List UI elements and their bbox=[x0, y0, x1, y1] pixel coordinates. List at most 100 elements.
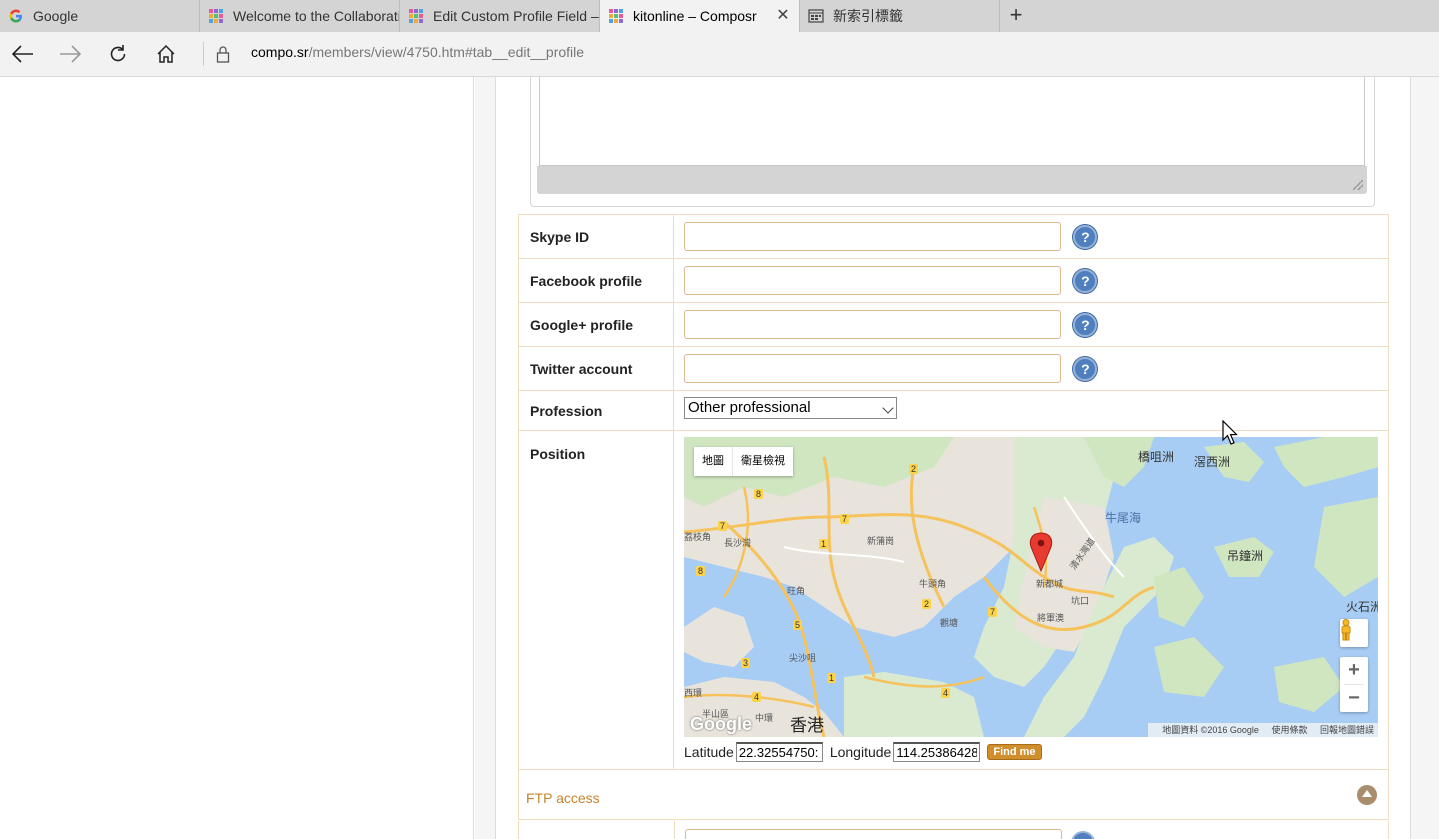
map-type-map-button[interactable]: 地圖 bbox=[694, 447, 733, 476]
tab-google[interactable]: Google bbox=[0, 0, 200, 32]
url-field[interactable]: compo.sr/members/view/4750.htm#tab__edit… bbox=[251, 44, 584, 60]
map-report-link[interactable]: 回報地圖錯誤 bbox=[1320, 725, 1374, 735]
tab-edit-custom-profile-field[interactable]: Edit Custom Profile Field – bbox=[400, 0, 600, 32]
back-arrow-icon[interactable] bbox=[9, 40, 37, 68]
signature-editor bbox=[530, 77, 1375, 207]
profession-select[interactable]: Other professional bbox=[684, 397, 897, 419]
road-number: 4 bbox=[752, 692, 762, 702]
tab-title: Welcome to the Collaborati bbox=[233, 8, 400, 24]
map-place-label: 滘西洲 bbox=[1194, 455, 1231, 469]
google-logo: Google bbox=[690, 714, 752, 734]
road-number: 8 bbox=[754, 489, 764, 499]
zoom-out-button[interactable]: − bbox=[1340, 685, 1368, 712]
google-plus-profile-input[interactable] bbox=[684, 310, 1061, 339]
tab-welcome[interactable]: Welcome to the Collaborati bbox=[200, 0, 400, 32]
close-tab-icon[interactable]: ✕ bbox=[775, 8, 791, 24]
road-number: 2 bbox=[909, 464, 919, 474]
lock-icon[interactable] bbox=[209, 40, 237, 68]
tab-kitonline[interactable]: kitonline – Composr ✕ bbox=[600, 0, 800, 32]
road-number: 2 bbox=[922, 599, 932, 609]
form-row-twitter: Twitter account ? bbox=[518, 346, 1389, 391]
editor-resize-bar bbox=[537, 166, 1367, 194]
map-place-label: 將軍澳 bbox=[1037, 613, 1065, 623]
form-row-facebook: Facebook profile ? bbox=[518, 258, 1389, 303]
facebook-profile-input[interactable] bbox=[684, 266, 1061, 295]
left-column bbox=[0, 77, 474, 839]
road-number: 4 bbox=[941, 688, 951, 698]
column-divider bbox=[674, 821, 675, 839]
map-type-satellite-button[interactable]: 衛星檢視 bbox=[733, 447, 793, 476]
composr-icon bbox=[208, 8, 224, 24]
tab-strip: Google Welcome to the Collaborati Edit C… bbox=[0, 0, 1439, 32]
form-row-skype: Skype ID ? bbox=[518, 214, 1389, 259]
longitude-input[interactable] bbox=[893, 742, 981, 762]
map-place-label: 坑口 bbox=[1071, 596, 1090, 606]
home-icon[interactable] bbox=[152, 40, 180, 68]
map-place-label: 長沙灣 bbox=[724, 538, 752, 548]
map-place-label: 香港 bbox=[790, 716, 824, 735]
map-place-label: 西環 bbox=[684, 688, 703, 698]
road-number: 3 bbox=[741, 658, 751, 668]
road-number: 1 bbox=[819, 539, 829, 549]
map-place-label: 火石洲 bbox=[1346, 600, 1378, 614]
tab-new-tab[interactable]: 新索引標籤 bbox=[800, 0, 1000, 32]
resize-grip-icon[interactable] bbox=[1353, 180, 1363, 190]
page-viewport: Skype ID ? Facebook profile ? Google+ pr… bbox=[0, 77, 1439, 839]
latitude-label: Latitude bbox=[684, 744, 734, 760]
composr-icon bbox=[608, 8, 624, 24]
skype-id-input[interactable] bbox=[684, 222, 1061, 251]
form-row-profession: Profession Other professional bbox=[518, 390, 1389, 431]
ftp-access-section[interactable]: FTP access bbox=[518, 770, 1389, 820]
partial-input[interactable] bbox=[685, 829, 1062, 839]
tab-title: Edit Custom Profile Field – bbox=[433, 8, 599, 24]
road-number: 1 bbox=[827, 673, 837, 683]
composr-icon bbox=[408, 8, 424, 24]
profile-form-table: Skype ID ? Facebook profile ? Google+ pr… bbox=[518, 214, 1389, 770]
map-place-label: 尖沙咀 bbox=[789, 653, 817, 663]
help-icon[interactable]: ? bbox=[1073, 312, 1098, 337]
form-row-partial bbox=[518, 821, 1389, 839]
map-place-label: 新蒲崗 bbox=[867, 536, 895, 546]
url-host: compo.sr bbox=[251, 44, 309, 60]
twitter-account-input[interactable] bbox=[684, 354, 1061, 383]
field-label: Twitter account bbox=[518, 346, 674, 391]
map-place-label: 中環 bbox=[755, 713, 774, 723]
find-me-button[interactable]: Find me bbox=[987, 744, 1042, 760]
road-number: 7 bbox=[840, 514, 850, 524]
road-number: 7 bbox=[988, 607, 998, 617]
location-map[interactable]: 2 8 7 7 1 8 2 7 5 3 1 4 4 橋咀洲 滘西洲 牛尾海 吊鐘… bbox=[684, 437, 1378, 737]
forward-arrow-icon[interactable] bbox=[56, 40, 84, 68]
newtab-page-icon bbox=[808, 8, 824, 24]
collapse-toggle-icon[interactable] bbox=[1357, 785, 1377, 805]
map-place-label: 牛尾海 bbox=[1105, 511, 1142, 525]
form-row-googleplus: Google+ profile ? bbox=[518, 302, 1389, 347]
help-icon[interactable]: ? bbox=[1073, 224, 1098, 249]
refresh-icon[interactable] bbox=[104, 40, 132, 68]
form-row-position: Position 2 8 7 7 1 8 2 7 5 3 1 4 4 橋咀洲 滘… bbox=[518, 430, 1389, 770]
map-place-label: 觀塘 bbox=[940, 618, 959, 628]
road-number: 8 bbox=[696, 566, 706, 576]
new-tab-plus-icon[interactable]: + bbox=[1004, 4, 1028, 28]
map-type-control: 地圖 衛星檢視 bbox=[694, 447, 793, 476]
field-label: Facebook profile bbox=[518, 258, 674, 303]
help-icon[interactable]: ? bbox=[1073, 268, 1098, 293]
signature-textarea[interactable] bbox=[539, 77, 1365, 166]
google-icon bbox=[8, 8, 24, 24]
field-label: Google+ profile bbox=[518, 302, 674, 347]
tab-title: 新索引標籤 bbox=[833, 8, 903, 24]
map-terms-link[interactable]: 使用條款 bbox=[1271, 725, 1307, 735]
zoom-in-button[interactable]: + bbox=[1340, 657, 1368, 684]
profession-selected-value: Other professional bbox=[688, 399, 811, 416]
tab-title: kitonline – Composr bbox=[633, 8, 757, 24]
street-view-pegman-icon[interactable] bbox=[1340, 619, 1368, 647]
longitude-label: Longitude bbox=[829, 744, 892, 760]
map-place-label: 牛頭角 bbox=[919, 579, 947, 589]
latitude-input[interactable] bbox=[735, 742, 823, 762]
field-label: Profession bbox=[518, 390, 674, 431]
address-bar-row: compo.sr/members/view/4750.htm#tab__edit… bbox=[0, 32, 1439, 77]
right-gutter bbox=[1410, 77, 1439, 839]
map-place-label: 橋咀洲 bbox=[1138, 450, 1175, 464]
help-icon[interactable]: ? bbox=[1073, 356, 1098, 381]
help-icon[interactable] bbox=[1071, 831, 1095, 839]
map-place-label: 新都城 bbox=[1036, 579, 1064, 589]
